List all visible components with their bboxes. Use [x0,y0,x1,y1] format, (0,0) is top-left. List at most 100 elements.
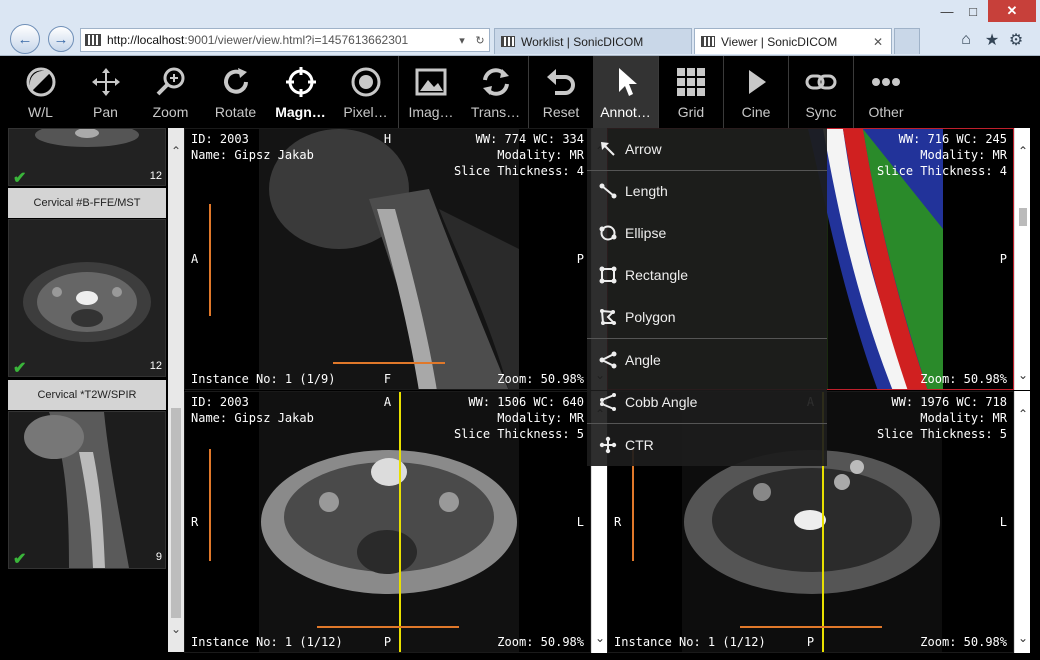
viewport-1[interactable]: ID: 2003 Name: Gipsz Jakab WW: 774 WC: 3… [184,128,591,390]
viewport-scrollbar[interactable]: ⌃ ⌄ [1014,128,1030,390]
tool-pixel[interactable]: Pixel… [333,56,398,128]
tool-label: Trans… [470,104,521,120]
gear-icon[interactable]: ⚙ [1006,30,1026,50]
menu-item-angle[interactable]: Angle [587,339,827,381]
viewer-toolbar: W/L Pan Zoom Rotate Magn… Pixel… Imag… T… [8,56,1032,128]
tool-annotation[interactable]: Annot… [593,56,658,128]
viewport-3[interactable]: ID: 2003 Name: Gipsz Jakab WW: 1506 WC: … [184,391,591,653]
back-arrow-icon: ← [17,30,33,48]
dropdown-icon[interactable]: ▾ [453,34,471,47]
series-thumbnail[interactable] [8,219,166,377]
scroll-up-icon[interactable]: ⌃ [1015,144,1031,160]
patient-info: ID: 2003 Name: Gipsz Jakab [191,395,314,425]
home-icon[interactable]: ⌂ [956,30,976,50]
image-info: WW: 716 WC: 245 Modality: MR Slice Thick… [876,132,1007,178]
vertical-ruler [209,449,219,561]
instance-number: Instance No: 1 (1/12) [614,635,766,649]
zoom-level: Zoom: 50.98% [920,372,1007,386]
star-icon[interactable]: ★ [982,30,1002,50]
scroll-down-icon[interactable]: ⌄ [592,631,608,647]
tab-worklist[interactable]: Worklist | SonicDICOM [494,28,692,54]
orientation-right: P [576,252,584,266]
tool-label: Imag… [408,104,454,120]
tool-sync[interactable]: Sync [788,56,853,128]
tool-label: Zoom [152,104,189,120]
orientation-left: A [191,252,199,266]
more-icon [868,64,904,100]
series-panel: ✔ 12 Cervical #B-FFE/MST ✔ 12 Cervical *… [8,128,168,652]
menu-item-ctr[interactable]: CTR [587,424,827,466]
series-thumbnail[interactable] [8,411,166,569]
refresh-icon[interactable]: ↻ [471,34,489,47]
forward-button[interactable]: → [48,26,74,52]
tool-cine[interactable]: Cine [723,56,788,128]
favicon-icon [701,36,715,47]
tool-grid[interactable]: Grid [658,56,723,128]
orientation-bottom: P [806,635,815,649]
menu-item-ellipse[interactable]: Ellipse [587,212,827,254]
menu-item-label: Rectangle [625,267,689,283]
grid-icon [673,64,709,100]
favicon-icon [501,36,515,47]
series-scrollbar[interactable]: ⌃ ⌄ [168,128,184,652]
tool-pan[interactable]: Pan [73,56,138,128]
move-icon [88,64,124,100]
tool-label: Other [868,104,904,120]
tool-other[interactable]: Other [853,56,918,128]
tool-image[interactable]: Imag… [398,56,463,128]
orientation-right: L [576,515,584,529]
tool-reset[interactable]: Reset [528,56,593,128]
image-icon [413,64,449,100]
scroll-down-icon[interactable]: ⌄ [1015,631,1031,647]
menu-item-label: Polygon [625,309,676,325]
cobb-angle-icon [597,391,619,413]
scroll-thumb[interactable] [1019,208,1027,226]
tab-viewer[interactable]: Viewer | SonicDICOM ✕ [694,28,892,54]
series-count: 12 [149,170,162,182]
scroll-thumb[interactable] [171,408,181,618]
new-tab-button[interactable] [894,28,920,54]
instance-number: Instance No: 1 (1/12) [191,635,343,649]
series-count: 12 [149,360,162,372]
pixel-icon [348,64,384,100]
arrow-icon [597,138,619,160]
check-icon: ✔ [13,551,27,568]
url-host: http://localhost [107,33,185,47]
back-button[interactable]: ← [10,24,40,54]
tab-label: Viewer | SonicDICOM [721,34,838,49]
orientation-top: A [383,395,392,409]
menu-item-cobb-angle[interactable]: Cobb Angle [587,381,827,423]
page-icon [85,34,101,46]
tool-wl[interactable]: W/L [8,56,73,128]
tool-rotate[interactable]: Rotate [203,56,268,128]
patient-info: ID: 2003 Name: Gipsz Jakab [191,132,314,162]
close-tab-icon[interactable]: ✕ [873,35,883,49]
series-thumbnail[interactable] [8,128,166,186]
forward-arrow-icon: → [53,30,69,48]
instance-number: Instance No: 1 (1/9) [191,372,336,386]
tool-transform[interactable]: Trans… [463,56,528,128]
menu-item-rectangle[interactable]: Rectangle [587,254,827,296]
maximize-button[interactable]: □ [960,0,986,22]
menu-item-polygon[interactable]: Polygon [587,296,827,338]
menu-item-arrow[interactable]: Arrow [587,128,827,170]
scroll-up-icon[interactable]: ⌃ [1015,407,1031,423]
url-text[interactable]: http://localhost:9001/viewer/view.html?i… [107,33,453,47]
rectangle-icon [597,264,619,286]
viewport-scrollbar[interactable]: ⌃ ⌄ [1014,391,1030,653]
close-window-button[interactable]: ✕ [988,0,1036,22]
menu-item-length[interactable]: Length [587,170,827,212]
tool-label: Magn… [275,104,326,120]
minimize-button[interactable]: — [934,0,960,22]
horizontal-ruler [333,354,445,364]
tool-magnify[interactable]: Magn… [268,56,333,128]
address-bar[interactable]: http://localhost:9001/viewer/view.html?i… [80,28,490,52]
scroll-up-icon[interactable]: ⌃ [168,144,184,160]
menu-item-label: Arrow [625,141,662,157]
tool-label: Grid [677,104,705,120]
scroll-down-icon[interactable]: ⌄ [1015,368,1031,384]
scroll-down-icon[interactable]: ⌄ [168,622,184,638]
tool-zoom[interactable]: Zoom [138,56,203,128]
orientation-right: P [999,252,1007,266]
check-icon: ✔ [13,360,27,377]
